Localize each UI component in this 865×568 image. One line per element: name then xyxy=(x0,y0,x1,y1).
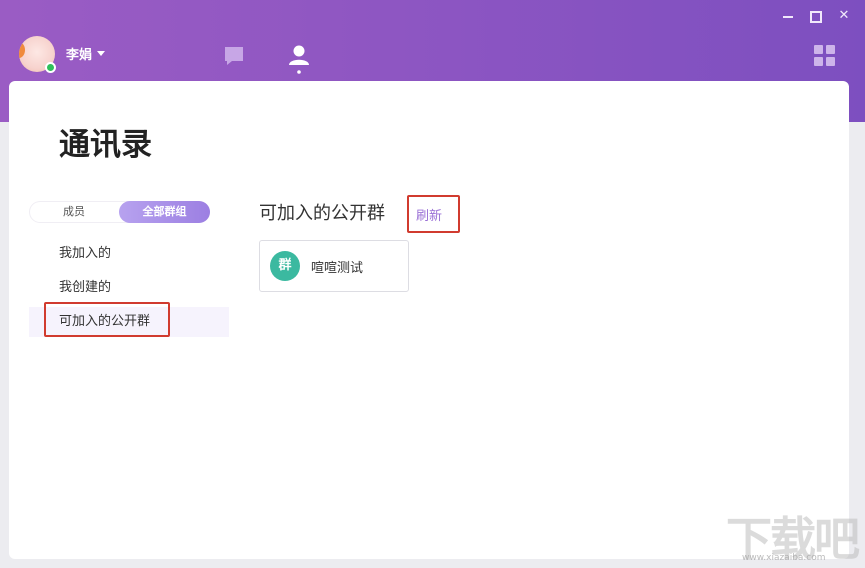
sidebar-item-created[interactable]: 我创建的 xyxy=(29,273,229,303)
person-icon[interactable] xyxy=(287,44,311,74)
close-icon[interactable]: ✕ xyxy=(837,9,851,23)
tab-members[interactable]: 成员 xyxy=(29,201,119,223)
tab-all-groups[interactable]: 全部群组 xyxy=(119,201,210,223)
section-title: 可加入的公开群 xyxy=(259,203,385,224)
highlight-box-public-groups xyxy=(44,302,170,337)
chevron-down-icon xyxy=(97,51,106,56)
grid-apps-icon[interactable] xyxy=(814,45,835,66)
maximize-icon[interactable] xyxy=(809,9,823,23)
minimize-icon[interactable] xyxy=(781,9,795,23)
members-groups-toggle: 成员 全部群组 xyxy=(29,201,210,223)
highlight-box-refresh xyxy=(407,195,460,233)
watermark-url: www.xiazaiba.com xyxy=(742,553,826,563)
user-menu[interactable]: 李娟 xyxy=(66,44,106,63)
username-label: 李娟 xyxy=(66,48,93,63)
page-title: 通讯录 xyxy=(59,127,152,163)
window-controls: ✕ xyxy=(781,9,851,23)
group-name: 喧喧测试 xyxy=(311,261,364,276)
online-status-dot xyxy=(45,62,56,73)
chat-bubble-icon[interactable] xyxy=(223,45,245,67)
sidebar-item-joined[interactable]: 我加入的 xyxy=(29,239,229,269)
group-avatar: 群 xyxy=(270,251,300,281)
group-card[interactable]: 群 喧喧测试 xyxy=(259,240,409,292)
